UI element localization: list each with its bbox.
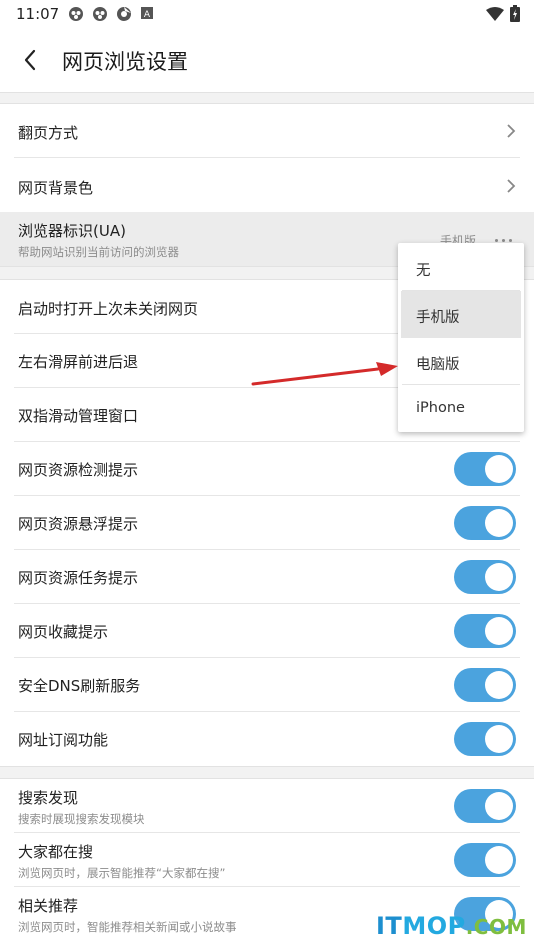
cloud-icon [93,7,107,21]
back-button[interactable] [12,42,48,78]
watermark-part: MOP [402,912,466,940]
setting-search-discover[interactable]: 搜索发现 搜索时展现搜索发现模块 [0,779,534,833]
watermark-part: .COM [465,915,527,939]
setting-label: 翻页方式 [18,124,79,142]
page-title: 网页浏览设置 [62,50,188,74]
setting-background-color[interactable]: 网页背景色 [0,158,534,212]
toggle-knob [485,455,513,483]
status-time: 11:07 [16,5,60,23]
toggle-switch[interactable] [454,452,516,486]
toggle-switch[interactable] [454,668,516,702]
watermark-part: IT [376,912,403,940]
ua-option-label: 电脑版 [416,357,460,373]
setting-secure-dns[interactable]: 安全DNS刷新服务 [0,658,534,712]
setting-label: 左右滑屏前进后退 [18,353,139,371]
setting-trending-search[interactable]: 大家都在搜 浏览网页时，展示智能推荐“大家都在搜” [0,833,534,887]
section-divider [0,92,534,104]
setting-label: 安全DNS刷新服务 [18,677,141,695]
ua-option-iphone[interactable]: iPhone [398,385,524,432]
setting-description: 搜索时展现搜索发现模块 [18,812,145,826]
setting-url-subscribe[interactable]: 网址订阅功能 [0,712,534,766]
setting-label: 网页资源悬浮提示 [18,515,139,533]
setting-label: 网页背景色 [18,179,94,197]
ua-option-desktop[interactable]: 电脑版 [398,338,524,385]
setting-label: 网页资源任务提示 [18,569,139,587]
a-box-icon: A [141,7,153,20]
setting-resource-detect[interactable]: 网页资源检测提示 [0,442,534,496]
setting-label: 双指滑动管理窗口 [18,407,139,425]
toggle-knob [485,846,513,874]
ua-option-label: 无 [416,263,431,279]
setting-page-turn[interactable]: 翻页方式 [0,104,534,158]
status-notification-icons: A [68,6,154,22]
ua-option-label: iPhone [416,400,465,416]
wifi-icon [486,6,504,21]
status-bar: 11:07 A [0,0,534,28]
battery-icon [510,5,520,22]
setting-resource-task[interactable]: 网页资源任务提示 [0,550,534,604]
setting-label: 网页资源检测提示 [18,461,139,479]
toggle-knob [485,671,513,699]
toggle-switch[interactable] [454,506,516,540]
setting-resource-float[interactable]: 网页资源悬浮提示 [0,496,534,550]
setting-label: 网页收藏提示 [18,623,109,641]
section-divider [0,766,534,779]
setting-description: 浏览网页时，展示智能推荐“大家都在搜” [18,866,226,880]
chevron-right-icon [507,124,516,138]
toggle-switch[interactable] [454,560,516,594]
chevron-right-icon [507,179,516,193]
setting-description: 帮助网站识别当前访问的浏览器 [18,245,179,259]
toggle-switch[interactable] [454,843,516,877]
ua-option-mobile[interactable]: 手机版 [401,291,521,338]
setting-label: 浏览器标识(UA) [18,222,126,240]
setting-description: 浏览网页时，智能推荐相关新闻或小说故事 [18,920,237,934]
ua-option-none[interactable]: 无 [398,244,524,291]
toggle-switch[interactable] [454,789,516,823]
app-bar: 网页浏览设置 [0,28,534,92]
ua-dropdown-menu: 无 手机版 电脑版 iPhone [398,243,524,432]
setting-label: 大家都在搜 [18,843,94,861]
back-arrow-icon [24,49,36,71]
cloud-icon [69,7,83,21]
toggle-knob [485,792,513,820]
setting-label: 启动时打开上次未关闭网页 [18,300,199,318]
watermark-logo: ITMOP.COM [376,912,527,940]
aperture-icon [117,7,131,21]
toggle-knob [485,617,513,645]
toggle-switch[interactable] [454,614,516,648]
status-system-icons [486,5,520,22]
setting-label: 相关推荐 [18,897,79,915]
setting-label: 搜索发现 [18,789,79,807]
setting-bookmark-tip[interactable]: 网页收藏提示 [0,604,534,658]
more-options-icon[interactable] [495,239,512,242]
setting-label: 网址订阅功能 [18,731,109,749]
ua-option-label: 手机版 [416,310,460,326]
toggle-knob [485,563,513,591]
svg-text:A: A [144,10,151,20]
toggle-knob [485,509,513,537]
toggle-switch[interactable] [454,722,516,756]
annotation-arrow-icon [251,362,398,386]
toggle-knob [485,725,513,753]
